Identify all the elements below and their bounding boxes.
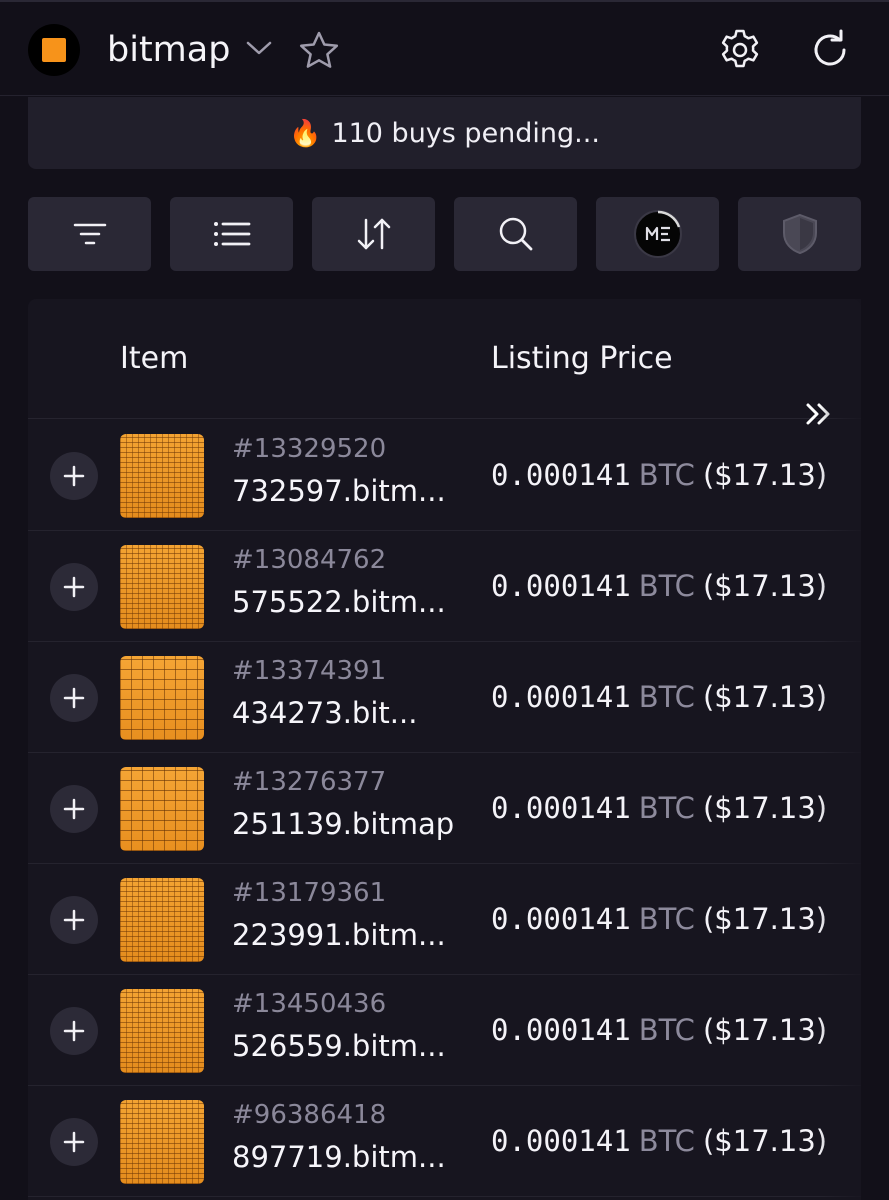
column-header-item[interactable]: Item: [120, 341, 188, 376]
table-row[interactable]: #13374391 434273.bit... 0.000141 BTC ($1…: [28, 642, 861, 753]
add-to-cart-button[interactable]: [50, 674, 98, 722]
add-to-cart-button[interactable]: [50, 785, 98, 833]
inscription-number: #96386418: [232, 1100, 387, 1130]
list-icon: [213, 222, 250, 246]
filter-button[interactable]: [28, 197, 151, 271]
bitmap-thumbnail[interactable]: [120, 545, 204, 629]
item-name[interactable]: 434273.bit...: [232, 696, 417, 730]
list-view-button[interactable]: [170, 197, 293, 271]
gear-icon[interactable]: [716, 26, 764, 74]
plus-icon: [63, 465, 85, 487]
filter-icon: [73, 223, 106, 245]
bitmap-thumbnail[interactable]: [120, 878, 204, 962]
collection-title[interactable]: bitmap: [107, 30, 230, 70]
listing-price: 0.000141 BTC ($17.13): [491, 680, 828, 714]
sort-button[interactable]: [312, 197, 435, 271]
pending-buys-banner: 🔥 110 buys pending...: [28, 97, 861, 169]
item-name[interactable]: 575522.bitm...: [232, 585, 446, 619]
table-row[interactable]: #13179361 223991.bitm... 0.000141 BTC ($…: [28, 864, 861, 975]
table-row[interactable]: #13329520 732597.bitm... 0.000141 BTC ($…: [28, 420, 861, 531]
plus-icon: [63, 909, 85, 931]
item-name[interactable]: 732597.bitm...: [232, 474, 446, 508]
listings-table: Item Listing Price #13329520 732597.bitm…: [28, 299, 861, 1200]
bitmap-thumbnail[interactable]: [120, 656, 204, 740]
bitmap-thumbnail[interactable]: [120, 767, 204, 851]
plus-icon: [63, 576, 85, 598]
listing-price: 0.000141 BTC ($17.13): [491, 791, 828, 825]
bitmap-thumbnail[interactable]: [120, 989, 204, 1073]
listing-price: 0.000141 BTC ($17.13): [491, 1013, 828, 1047]
top-bar: bitmap: [0, 0, 889, 96]
bitmap-thumbnail[interactable]: [120, 1100, 204, 1184]
plus-icon: [63, 687, 85, 709]
magic-eden-button[interactable]: [596, 197, 719, 271]
collection-logo: [28, 24, 80, 76]
item-name[interactable]: 526559.bitm...: [232, 1029, 446, 1063]
bitmap-thumbnail[interactable]: [120, 434, 204, 518]
plus-icon: [63, 1131, 85, 1153]
add-to-cart-button[interactable]: [50, 1118, 98, 1166]
add-to-cart-button[interactable]: [50, 1007, 98, 1055]
item-name[interactable]: 223991.bitm...: [232, 918, 446, 952]
pending-buys-text: 110 buys pending...: [331, 117, 600, 149]
inscription-number: #13179361: [232, 878, 387, 908]
add-to-cart-button[interactable]: [50, 563, 98, 611]
table-row[interactable]: #13276377 251139.bitmap 0.000141 BTC ($1…: [28, 753, 861, 864]
sort-icon: [357, 218, 390, 250]
inscription-number: #13450436: [232, 989, 387, 1019]
chevron-down-icon[interactable]: [244, 38, 274, 58]
table-row[interactable]: #13450436 526559.bitm... 0.000141 BTC ($…: [28, 975, 861, 1086]
toolbar: [28, 197, 861, 271]
listing-price: 0.000141 BTC ($17.13): [491, 1124, 828, 1158]
inscription-number: #13276377: [232, 767, 387, 797]
star-icon[interactable]: [298, 30, 340, 70]
column-header-listing-price[interactable]: Listing Price: [491, 341, 673, 376]
listing-price: 0.000141 BTC ($17.13): [491, 902, 828, 936]
listing-price: 0.000141 BTC ($17.13): [491, 458, 828, 492]
table-row[interactable]: #13084762 575522.bitm... 0.000141 BTC ($…: [28, 531, 861, 642]
search-button[interactable]: [454, 197, 577, 271]
item-name[interactable]: 897719.bitm...: [232, 1140, 446, 1174]
fire-icon: 🔥: [289, 117, 322, 148]
table-row[interactable]: #96386418 897719.bitm... 0.000141 BTC ($…: [28, 1086, 861, 1197]
listing-price: 0.000141 BTC ($17.13): [491, 569, 828, 603]
add-to-cart-button[interactable]: [50, 452, 98, 500]
search-icon: [499, 217, 532, 251]
table-header: Item Listing Price: [28, 299, 861, 425]
shield-icon: [782, 213, 817, 255]
inscription-number: #13329520: [232, 434, 387, 464]
plus-icon: [63, 1020, 85, 1042]
inscription-number: #13084762: [232, 545, 387, 575]
inscription-number: #13374391: [232, 656, 387, 686]
magic-eden-icon: [633, 210, 682, 258]
refresh-icon[interactable]: [806, 26, 854, 74]
plus-icon: [63, 798, 85, 820]
item-name[interactable]: 251139.bitmap: [232, 807, 454, 841]
add-to-cart-button[interactable]: [50, 896, 98, 944]
shield-button[interactable]: [738, 197, 861, 271]
